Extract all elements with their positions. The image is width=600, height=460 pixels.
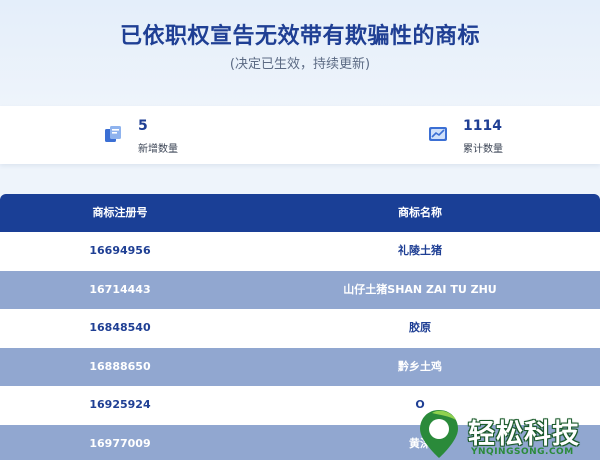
stat-new-label: 新增数量 — [138, 144, 178, 155]
column-header-trademark-name: 商标名称 — [398, 206, 442, 219]
chart-icon — [429, 127, 447, 141]
page-subtitle: (决定已生效，持续更新) — [229, 57, 371, 72]
stat-total-label: 累计数量 — [463, 144, 503, 155]
trademark-name-cell: 礼陵土猪 — [398, 244, 442, 257]
trademark-name-cell: 黔乡土鸡 — [398, 359, 442, 373]
stat-new-value: 5 — [138, 118, 148, 134]
table-header: 商标注册号 商标名称 — [0, 194, 600, 232]
new-document-icon — [105, 126, 121, 142]
stats-bar: 5 新增数量 1114 累计数量 — [0, 106, 600, 164]
registration-number-cell: 16888650 — [89, 359, 151, 373]
page-title: 已依职权宣告无效带有欺骗性的商标 — [119, 24, 480, 49]
table-row: 16848540 胶原 — [0, 309, 600, 348]
watermark-text: 轻松科技 — [468, 419, 580, 450]
site-watermark: 轻松科技 YNQINGSONG.COM — [413, 408, 600, 460]
table-row: 16694956 礼陵土猪 — [0, 232, 600, 271]
trademark-name-cell: 胶原 — [409, 321, 431, 334]
page-header: 已依职权宣告无效带有欺骗性的商标 (决定已生效，持续更新) — [0, 0, 600, 106]
column-header-registration-number: 商标注册号 — [92, 206, 148, 219]
table-row: 16888650 黔乡土鸡 — [0, 347, 600, 386]
registration-number-cell: 16977009 — [89, 436, 151, 450]
registration-number-cell: 16714443 — [89, 282, 151, 296]
registration-number-cell: 16848540 — [89, 321, 151, 334]
registration-number-cell: 16925924 — [89, 398, 151, 411]
stat-total-value: 1114 — [463, 118, 502, 134]
watermark-logo-icon — [420, 410, 458, 458]
trademark-name-cell: 山仔土猪SHAN ZAI TU ZHU — [343, 282, 497, 296]
registration-number-cell: 16694956 — [89, 244, 151, 257]
watermark-url: YNQINGSONG.COM — [471, 447, 574, 457]
table-row: 16714443 山仔土猪SHAN ZAI TU ZHU — [0, 270, 600, 309]
